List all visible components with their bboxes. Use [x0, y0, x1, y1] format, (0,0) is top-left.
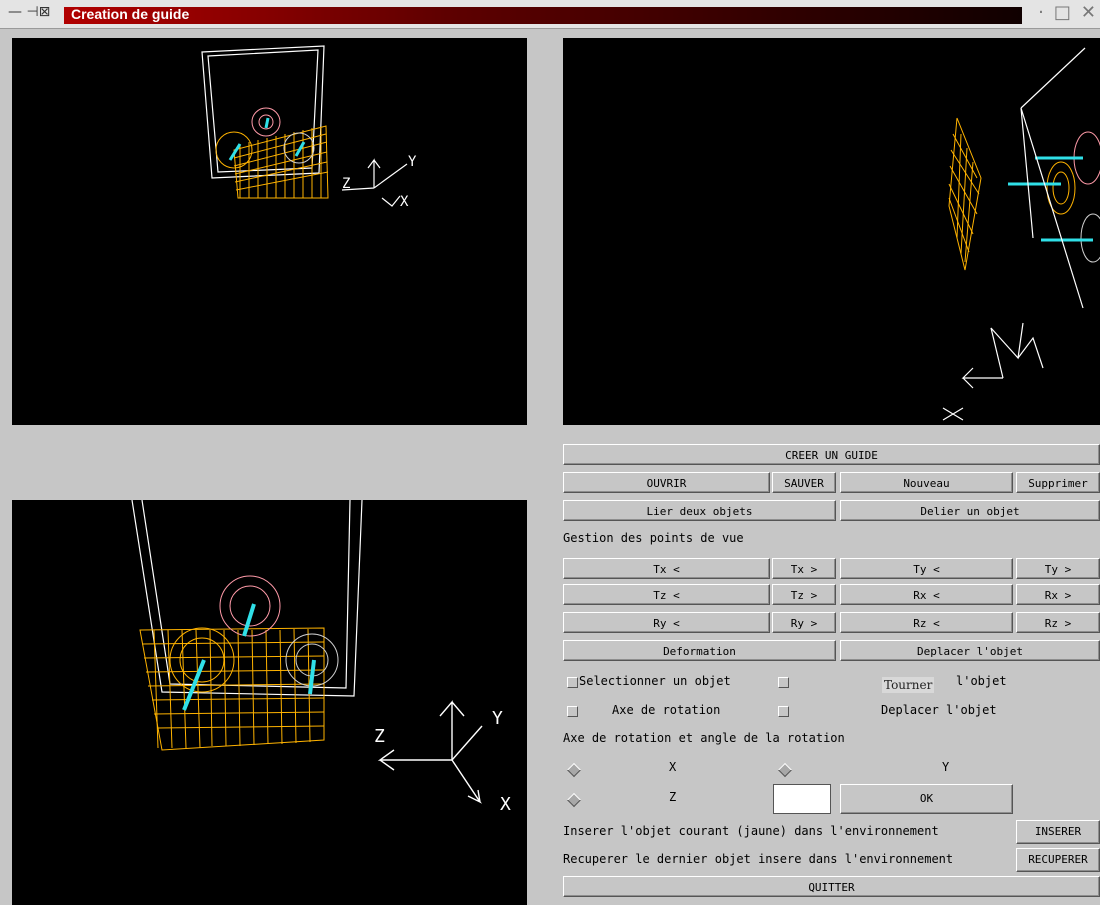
quitter-button[interactable]: QUITTER	[563, 876, 1100, 897]
angle-input[interactable]	[773, 784, 831, 814]
rx-minus-button[interactable]: Rx <	[840, 584, 1013, 605]
tourner-objet-checkbox[interactable]	[778, 677, 789, 688]
close-icon[interactable]: ✕	[1081, 2, 1096, 23]
creer-guide-button[interactable]: CREER UN GUIDE	[563, 444, 1100, 465]
delier-objet-button[interactable]: Delier un objet	[840, 500, 1100, 521]
window-menu-icon[interactable]: — ⊣⊠	[8, 4, 50, 20]
axis-label-y-bottom: Y	[492, 708, 503, 729]
selectionner-objet-label: Selectionner un objet	[579, 674, 731, 688]
ry-minus-button[interactable]: Ry <	[563, 612, 770, 633]
deplacer-objet-label: Deplacer l'objet	[881, 703, 997, 717]
rz-plus-button[interactable]: Rz >	[1016, 612, 1100, 633]
deformation-button[interactable]: Deformation	[563, 640, 836, 661]
title-bar: — ⊣⊠ Creation de guide · □ ✕	[0, 0, 1100, 29]
supprimer-button[interactable]: Supprimer	[1016, 472, 1100, 493]
window-title: Creation de guide	[71, 6, 190, 22]
deplacer-objet-checkbox[interactable]	[778, 706, 789, 717]
rx-plus-button[interactable]: Rx >	[1016, 584, 1100, 605]
deplacer-objet-button[interactable]: Deplacer l'objet	[840, 640, 1100, 661]
axis-y-label: Y	[942, 760, 950, 774]
axis-label-z-bottom: Z	[374, 726, 385, 747]
maximize-icon[interactable]: □	[1054, 2, 1071, 23]
window-controls: · □ ✕	[1028, 2, 1096, 23]
tx-plus-button[interactable]: Tx >	[772, 558, 836, 579]
gestion-label: Gestion des points de vue	[563, 531, 744, 545]
axe-rotation-label: Axe de rotation	[612, 703, 721, 717]
ty-plus-button[interactable]: Ty >	[1016, 558, 1100, 579]
recuperer-button[interactable]: RECUPERER	[1016, 848, 1100, 872]
ouvrir-button[interactable]: OUVRIR	[563, 472, 770, 493]
axis-y-radio[interactable]	[777, 762, 793, 778]
axis-z-radio[interactable]	[566, 792, 582, 808]
viewport-top-right[interactable]	[563, 38, 1100, 425]
inserer-description: Inserer l'objet courant (jaune) dans l'e…	[563, 824, 939, 838]
tourner-objet-label: l'objet	[956, 674, 1007, 688]
axis-label-y: Y	[408, 154, 417, 170]
tz-plus-button[interactable]: Tz >	[772, 584, 836, 605]
inserer-button[interactable]: INSERER	[1016, 820, 1100, 844]
tooltip-tourner: Tourner	[882, 677, 935, 693]
viewport-top-left[interactable]: Y Z X	[12, 38, 527, 425]
selectionner-objet-checkbox[interactable]	[567, 677, 578, 688]
axe-rotation-checkbox[interactable]	[567, 706, 578, 717]
window-title-bar[interactable]: Creation de guide	[64, 6, 1022, 24]
rz-minus-button[interactable]: Rz <	[840, 612, 1013, 633]
sauver-button[interactable]: SAUVER	[772, 472, 836, 493]
recuperer-description: Recuperer le dernier objet insere dans l…	[563, 852, 954, 866]
tx-minus-button[interactable]: Tx <	[563, 558, 770, 579]
ry-plus-button[interactable]: Ry >	[772, 612, 836, 633]
tz-minus-button[interactable]: Tz <	[563, 584, 770, 605]
axis-x-label: X	[669, 760, 677, 774]
viewport-bottom-left[interactable]: Z Y X	[12, 500, 527, 905]
ok-button[interactable]: OK	[840, 784, 1013, 814]
axe-angle-label: Axe de rotation et angle de la rotation	[563, 731, 845, 745]
axis-x-radio[interactable]	[566, 762, 582, 778]
axis-z-label: Z	[669, 790, 677, 804]
axis-label-x-bottom: X	[500, 794, 511, 815]
axis-label-z: Z	[342, 176, 350, 192]
lier-objets-button[interactable]: Lier deux objets	[563, 500, 836, 521]
axis-label-x: X	[400, 194, 409, 210]
ty-minus-button[interactable]: Ty <	[840, 558, 1013, 579]
minimize-icon[interactable]: ·	[1038, 2, 1044, 23]
nouveau-button[interactable]: Nouveau	[840, 472, 1013, 493]
